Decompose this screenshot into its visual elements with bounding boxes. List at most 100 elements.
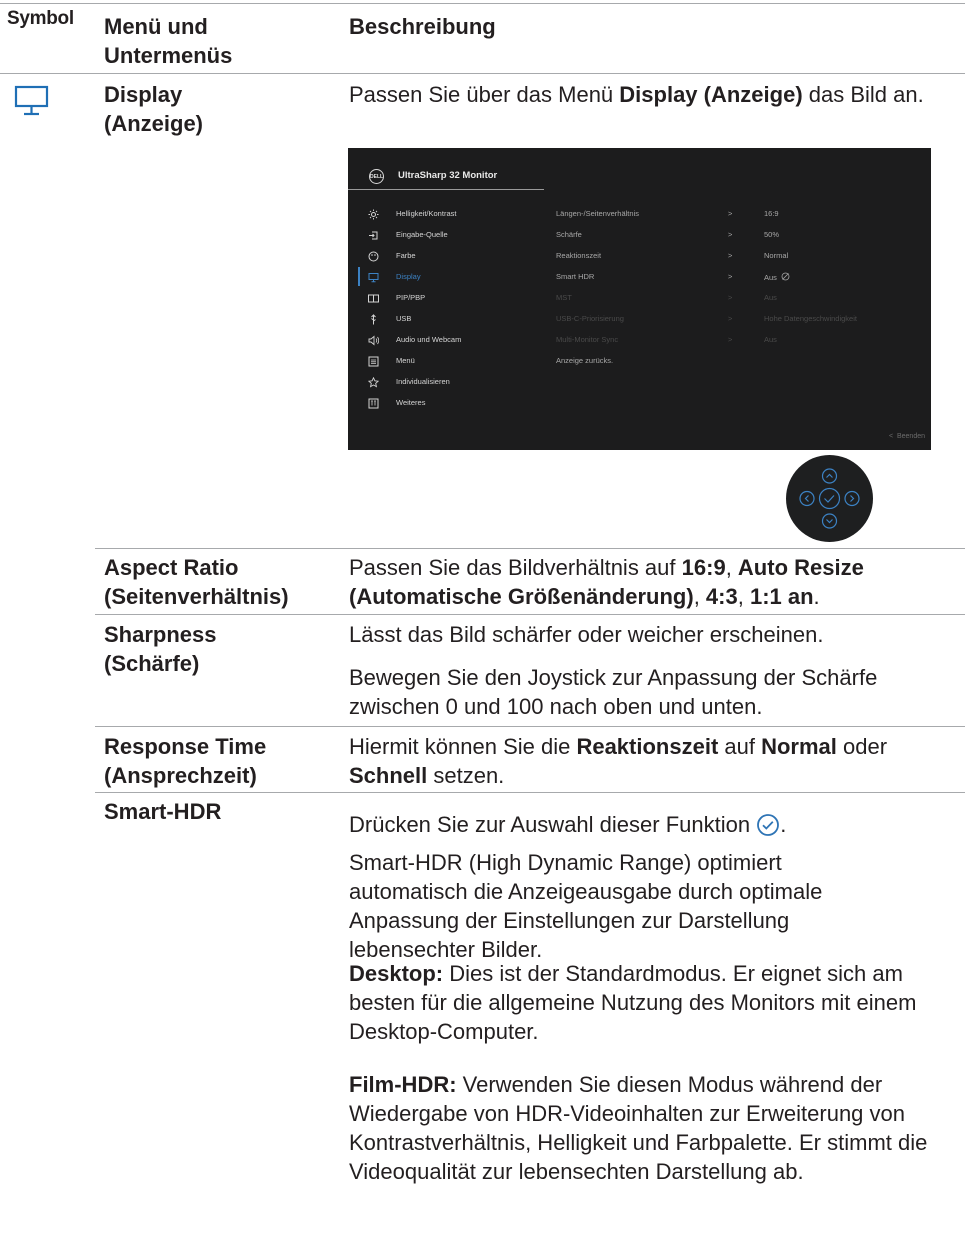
osd-row-label: Smart HDR [556,272,595,281]
smart-hdr-film-description: Film-HDR: Verwenden Sie diesen Modus wäh… [349,1070,961,1186]
menu-icon [368,356,379,367]
menu-display-name: Display (Anzeige) [104,82,203,136]
osd-menu-item-audio: Audio und Webcam [368,330,568,350]
column-header-description: Beschreibung [349,14,496,39]
osd-menu-item-color: Farbe [368,246,568,266]
osd-row-mst: MST > Aus [556,293,926,307]
sharpness-description-2: Bewegen Sie den Joystick zur Anpassung d… [349,665,878,719]
dell-logo: DELL [369,169,384,184]
osd-row-usbc: USB-C-Priorisierung > Hohe Datengeschwin… [556,314,926,328]
osd-menu-item-input: Eingabe-Quelle [368,225,568,245]
info-icon [368,398,379,409]
osd-menu-item-usb: USB [368,309,568,329]
column-header-menu: Menü und Untermenüs [104,14,233,68]
bold-text: 4:3 [705,584,738,609]
table-top-rule [0,3,965,4]
menu-aspect-ratio-name: Aspect Ratio (Seitenverhältnis) [104,555,289,609]
monitor-icon [368,272,379,283]
joystick-icon [786,455,873,542]
osd-row-value: 16:9 [764,209,779,218]
osd-row-arrow: > [728,293,733,302]
osd-menu-label: PIP/PBP [396,293,426,302]
osd-title: UltraSharp 32 Monitor [398,170,498,181]
sharpness-description-1: Lässt das Bild schärfer oder weicher ers… [349,622,824,647]
osd-menu-label: Farbe [396,251,416,260]
osd-menu-item-personalize: Individualisieren [367,372,568,392]
text: oder [836,734,888,759]
speaker-icon [368,335,380,346]
osd-row-arrow: > [728,209,733,218]
response-time-description: Hiermit können Sie die Reaktionszeit auf… [349,732,949,790]
display-description: Passen Sie über das Menü Display (Anzeig… [349,80,954,109]
osd-row-arrow: > [728,230,733,239]
osd-row-response: Reaktionszeit > Normal [556,251,926,265]
check-circle-icon [757,814,780,836]
aspect-ratio-description: Passen Sie das Bildverhältnis auf 16:9, … [349,553,954,611]
header-rule [0,73,965,74]
bold-text: 1:1 an [749,584,814,609]
osd-row-smarthdr: Smart HDR > Aus [556,272,926,286]
osd-row-value: Aus [764,273,777,282]
row-rule-response [95,726,965,727]
osd-menu-label: Menü [396,356,415,365]
bold-text: Reaktionszeit [576,734,719,759]
osd-menu-screenshot: DELL UltraSharp 32 Monitor Helligkeit/Ko… [348,148,931,450]
text: , [725,555,738,580]
display-desc-post: das Bild an. [802,82,924,107]
osd-row-aspect: Längen-/Seitenverhältnis > 16:9 [556,209,926,223]
sun-icon [368,209,379,220]
osd-row-value: 50% [764,230,780,239]
osd-row-value: Hohe Datengeschwindigkeit [764,314,857,323]
text: , [737,584,750,609]
osd-menu-label: Audio und Webcam [396,335,462,344]
osd-row-arrow: > [728,314,733,323]
osd-row-arrow: > [728,272,733,281]
osd-row-reset: Anzeige zurücks. [556,356,926,370]
osd-row-label: Schärfe [556,230,582,239]
display-desc-bold: Display (Anzeige) [619,82,803,107]
osd-menu-item-menu: Menü [368,351,568,371]
usb-icon [368,314,379,325]
osd-menu-item-brightness: Helligkeit/Kontrast [368,204,568,224]
menu-response-time-name: Response Time (Ansprechzeit) [104,734,267,788]
osd-row-arrow: > [728,251,733,260]
osd-menu-label: USB [396,314,412,323]
bold-text: Film-HDR: [349,1072,457,1097]
text: setzen. [427,763,505,788]
text: Passen Sie das Bildverhältnis auf [349,555,682,580]
input-source-icon [368,230,379,241]
bold-text: Schnell [349,763,428,788]
text: . [780,812,787,837]
osd-row-value: Aus [764,293,777,302]
osd-menu-label: Helligkeit/Kontrast [396,209,457,218]
palette-icon [368,251,379,262]
row-rule-sharpness [95,614,965,615]
display-desc-pre: Passen Sie über das Menü [349,82,620,107]
bold-text: 16:9 [681,555,726,580]
text: auf [718,734,762,759]
menu-sharpness-name: Sharpness (Schärfe) [104,622,217,676]
osd-row-value-wrap: Aus [764,272,790,282]
osd-row-label: Längen-/Seitenverhältnis [556,209,639,218]
osd-menu-label: Eingabe-Quelle [396,230,448,239]
pip-icon [368,293,379,304]
text: , [693,584,706,609]
text: Drücken Sie zur Auswahl dieser Funktion [349,812,751,837]
osd-selection-indicator [358,267,360,286]
osd-row-label: Reaktionszeit [556,251,602,260]
bold-text: Desktop: [349,961,444,986]
osd-row-label: USB-C-Priorisierung [556,314,624,323]
osd-exit: < Beenden [889,433,925,440]
text: Hiermit können Sie die [349,734,577,759]
osd-menu-label: Weiteres [396,398,426,407]
osd-row-label: MST [556,293,572,302]
osd-menu-label: Display [396,272,421,281]
menu-smart-hdr-name: Smart-HDR [104,799,222,824]
osd-row-value: Aus [764,335,777,344]
osd-menu-label: Individualisieren [396,377,450,386]
osd-row-value: Normal [764,251,789,260]
osd-row-label: Multi-Monitor Sync [556,335,619,344]
osd-exit-label: Beenden [896,433,925,440]
smart-hdr-description-2: Smart-HDR (High Dynamic Range) optimiert… [349,850,823,962]
osd-menu-item-display: Display [368,267,568,287]
